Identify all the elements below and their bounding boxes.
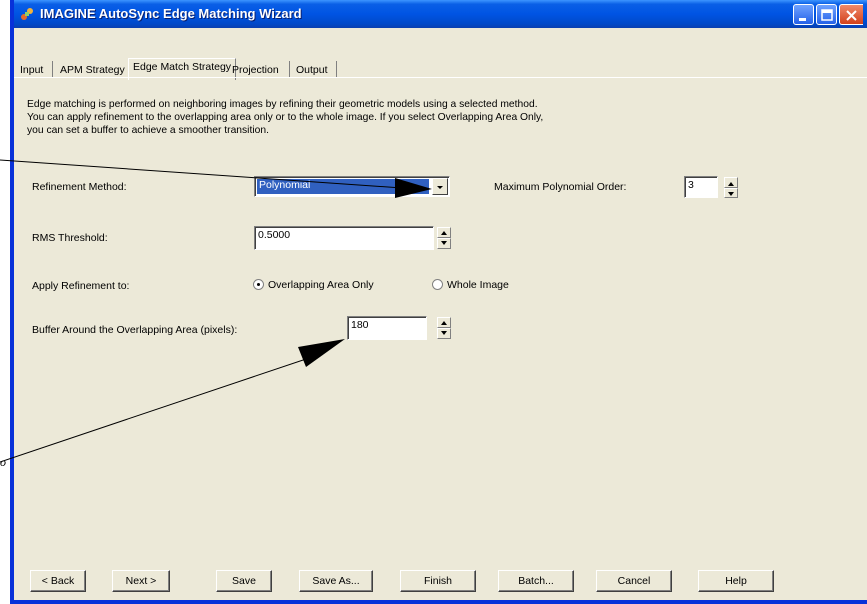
spin-down-button[interactable] — [724, 187, 738, 198]
rms-threshold-field[interactable]: 0.5000 — [254, 226, 434, 250]
minimize-button[interactable] — [793, 4, 814, 25]
max-polynomial-order-spinner[interactable] — [724, 177, 738, 198]
apply-refinement-label: Apply Refinement to: — [32, 280, 130, 292]
save-as-button[interactable]: Save As... — [299, 570, 373, 592]
dropdown-button[interactable] — [432, 178, 448, 195]
callout-mark: o — [0, 455, 6, 469]
close-button[interactable] — [839, 4, 863, 25]
title-bar[interactable]: IMAGINE AutoSync Edge Matching Wizard — [14, 0, 867, 28]
buffer-label: Buffer Around the Overlapping Area (pixe… — [32, 324, 238, 336]
arrow-down-icon — [728, 191, 734, 196]
spin-down-button[interactable] — [437, 328, 451, 339]
window-title: IMAGINE AutoSync Edge Matching Wizard — [40, 6, 302, 21]
maximize-button[interactable] — [816, 4, 837, 25]
refinement-method-select[interactable]: Polynomial — [254, 176, 450, 197]
arrow-up-icon — [441, 231, 447, 235]
app-icon — [21, 8, 33, 20]
tab-separator — [336, 61, 337, 77]
spin-up-button[interactable] — [724, 177, 738, 188]
refinement-method-label: Refinement Method: — [32, 181, 127, 193]
arrow-down-icon — [441, 241, 447, 245]
tab-separator — [289, 61, 290, 77]
batch-button[interactable]: Batch... — [498, 570, 574, 592]
radio-overlapping-area[interactable] — [253, 279, 264, 290]
radio-whole-image-label[interactable]: Whole Image — [447, 279, 509, 291]
back-button[interactable]: < Back — [30, 570, 86, 592]
refinement-method-value: Polynomial — [257, 179, 429, 194]
radio-overlapping-area-label[interactable]: Overlapping Area Only — [268, 279, 374, 291]
finish-button[interactable]: Finish — [400, 570, 476, 592]
wizard-window: IMAGINE AutoSync Edge Matching Wizard In… — [10, 0, 867, 604]
spin-up-button[interactable] — [437, 227, 451, 238]
tab-divider — [14, 77, 867, 78]
button-bar: < Back Next > Save Save As... Finish Bat… — [14, 564, 867, 600]
buffer-spinner[interactable] — [437, 317, 451, 339]
arrow-up-icon — [441, 321, 447, 325]
tab-strip: Input APM Strategy Edge Match Strategy P… — [14, 28, 867, 80]
description-text: Edge matching is performed on neighborin… — [27, 99, 544, 136]
save-button[interactable]: Save — [216, 570, 272, 592]
rms-threshold-spinner[interactable] — [437, 227, 451, 249]
chevron-down-icon — [437, 186, 443, 189]
max-polynomial-order-field[interactable]: 3 — [684, 176, 718, 198]
maximize-icon — [821, 9, 833, 21]
rms-threshold-label: RMS Threshold: — [32, 232, 108, 244]
help-button[interactable]: Help — [698, 570, 774, 592]
minimize-icon — [799, 18, 806, 21]
next-button[interactable]: Next > — [112, 570, 170, 592]
spin-up-button[interactable] — [437, 317, 451, 328]
radio-whole-image[interactable] — [432, 279, 443, 290]
max-polynomial-order-label: Maximum Polynomial Order: — [494, 181, 627, 193]
arrow-down-icon — [441, 331, 447, 335]
spin-down-button[interactable] — [437, 238, 451, 249]
buffer-field[interactable]: 180 — [347, 316, 427, 340]
cancel-button[interactable]: Cancel — [596, 570, 672, 592]
close-icon — [846, 10, 857, 21]
tab-separator — [52, 61, 53, 77]
